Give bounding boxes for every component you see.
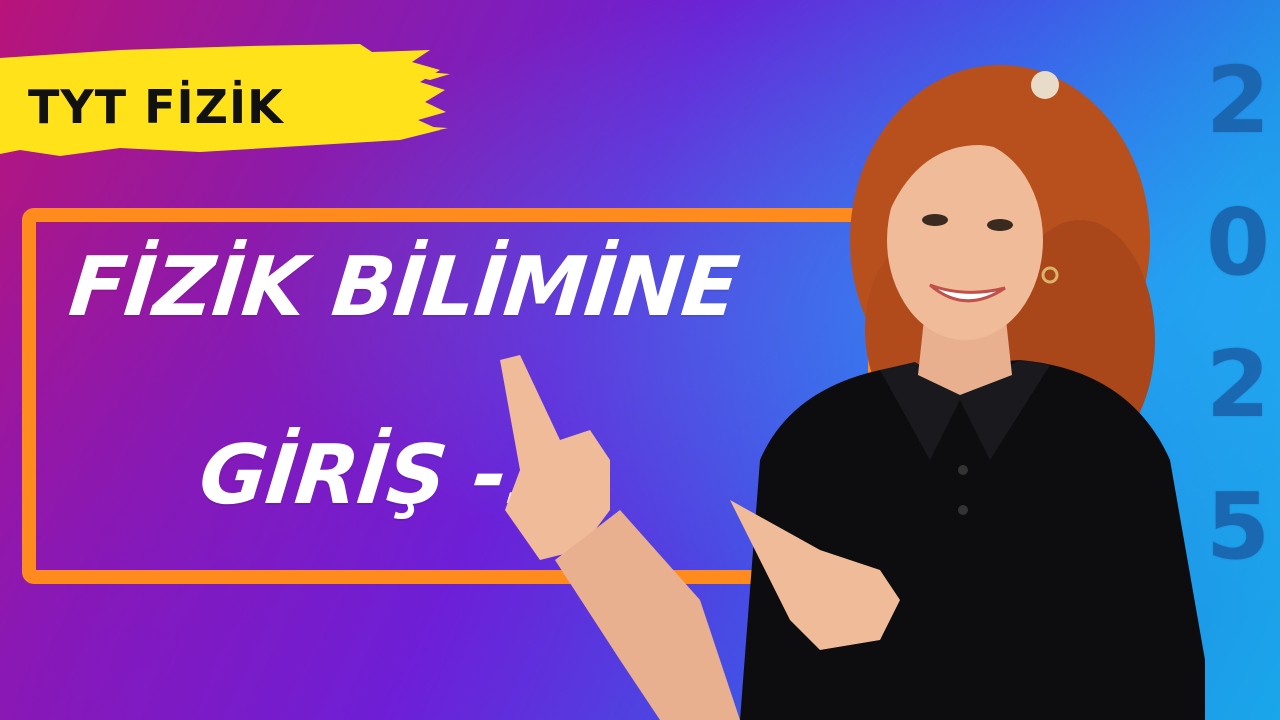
year-digit: 2	[1205, 331, 1270, 438]
year-digit: 5	[1205, 473, 1270, 580]
category-badge: TYT FİZİK	[0, 28, 450, 158]
year-digit: 0	[1205, 189, 1270, 296]
year-digit: 2	[1205, 47, 1270, 154]
badge-label: TYT FİZİK	[28, 80, 284, 134]
presenter-photo	[500, 65, 1205, 720]
year-vertical: 2 0 2 5	[1196, 30, 1280, 598]
